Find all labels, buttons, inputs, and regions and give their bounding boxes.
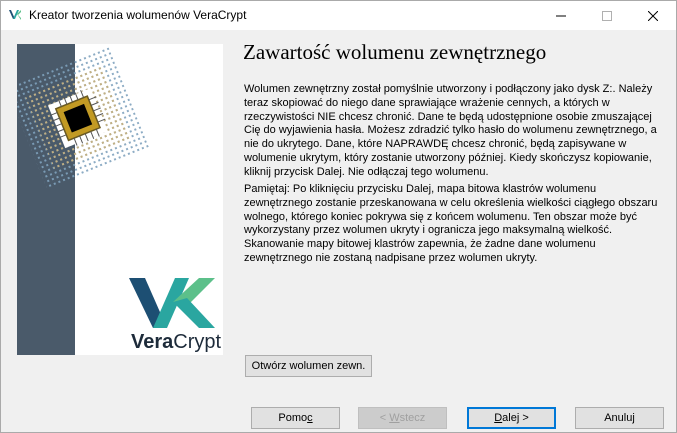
back-button[interactable]: < Wstecz bbox=[358, 407, 447, 429]
veracrypt-logo-icon bbox=[129, 278, 215, 328]
window-title: Kreator tworzenia wolumenów VeraCrypt bbox=[29, 8, 247, 22]
maximize-button[interactable] bbox=[584, 1, 630, 30]
logo-text-crypt: Crypt bbox=[173, 331, 222, 353]
back-label-after: stecz bbox=[399, 412, 426, 424]
open-outer-volume-button[interactable]: Otwórz wolumen zewn. bbox=[245, 355, 372, 377]
page-title: Zawartość wolumenu zewnętrznego bbox=[243, 40, 547, 64]
maximize-icon bbox=[602, 10, 612, 21]
minimize-button[interactable] bbox=[538, 1, 584, 30]
logo-text-vera: Vera bbox=[131, 331, 174, 353]
cancel-button[interactable]: Anuluj bbox=[575, 407, 664, 429]
help-label-before: Pomo bbox=[278, 412, 308, 424]
next-button[interactable]: Dalej > bbox=[467, 407, 556, 429]
help-label-accel: c bbox=[307, 412, 313, 424]
back-label-before: < bbox=[379, 412, 390, 424]
minimize-icon bbox=[556, 15, 566, 16]
chip-illustration bbox=[17, 46, 215, 328]
next-label-accel: D bbox=[494, 412, 503, 424]
wizard-window: Kreator tworzenia wolumenów VeraCrypt Ve… bbox=[0, 0, 677, 433]
info-paragraph-1: Wolumen zewnętrzny został pomyślnie utwo… bbox=[244, 83, 657, 178]
help-button[interactable]: Pomo c bbox=[251, 407, 340, 429]
wizard-side-image: VeraCrypt bbox=[17, 44, 223, 355]
close-icon bbox=[648, 10, 658, 21]
close-button[interactable] bbox=[630, 1, 676, 30]
info-paragraph-2: Pamiętaj: Po kliknięciu przycisku Dalej,… bbox=[244, 183, 658, 264]
title-bar[interactable]: Kreator tworzenia wolumenów VeraCrypt bbox=[1, 1, 676, 30]
veracrypt-app-icon bbox=[9, 10, 21, 20]
next-label-after: alej > bbox=[502, 412, 529, 424]
veracrypt-logo-text: VeraCrypt bbox=[131, 331, 221, 354]
back-label-accel: W bbox=[389, 412, 400, 424]
